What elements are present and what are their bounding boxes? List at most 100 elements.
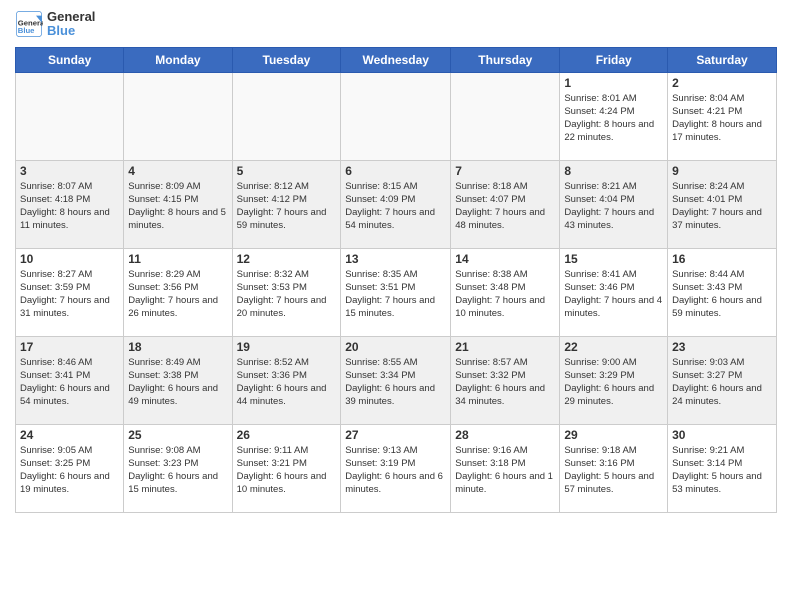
calendar-cell: 28Sunrise: 9:16 AM Sunset: 3:18 PM Dayli…: [451, 424, 560, 512]
day-info: Sunrise: 8:15 AM Sunset: 4:09 PM Dayligh…: [345, 180, 446, 233]
day-number: 30: [672, 428, 772, 442]
day-number: 24: [20, 428, 119, 442]
day-info: Sunrise: 8:24 AM Sunset: 4:01 PM Dayligh…: [672, 180, 772, 233]
calendar-cell: 15Sunrise: 8:41 AM Sunset: 3:46 PM Dayli…: [560, 248, 668, 336]
weekday-header-saturday: Saturday: [668, 47, 777, 72]
logo-text: General Blue: [47, 10, 95, 39]
logo: General Blue General Blue: [15, 10, 95, 39]
weekday-header-row: SundayMondayTuesdayWednesdayThursdayFrid…: [16, 47, 777, 72]
calendar-cell: [341, 72, 451, 160]
day-number: 5: [237, 164, 337, 178]
day-number: 27: [345, 428, 446, 442]
day-number: 6: [345, 164, 446, 178]
day-info: Sunrise: 8:07 AM Sunset: 4:18 PM Dayligh…: [20, 180, 119, 233]
calendar-cell: 1 Sunrise: 8:01 AM Sunset: 4:24 PM Daylig…: [560, 72, 668, 160]
calendar: SundayMondayTuesdayWednesdayThursdayFrid…: [15, 47, 777, 513]
day-info: Sunrise: 9:05 AM Sunset: 3:25 PM Dayligh…: [20, 444, 119, 497]
calendar-cell: [451, 72, 560, 160]
calendar-cell: 12Sunrise: 8:32 AM Sunset: 3:53 PM Dayli…: [232, 248, 341, 336]
day-info: Sunrise: 8:29 AM Sunset: 3:56 PM Dayligh…: [128, 268, 227, 321]
day-info: Sunrise: 8:57 AM Sunset: 3:32 PM Dayligh…: [455, 356, 555, 409]
day-number: 14: [455, 252, 555, 266]
day-info: Sunrise: 9:16 AM Sunset: 3:18 PM Dayligh…: [455, 444, 555, 497]
day-info: Sunrise: 8:44 AM Sunset: 3:43 PM Dayligh…: [672, 268, 772, 321]
day-number: 11: [128, 252, 227, 266]
day-number: 29: [564, 428, 663, 442]
weekday-header-friday: Friday: [560, 47, 668, 72]
calendar-cell: 18 Sunrise: 8:49 AM Sunset: 3:38 PM Dayli…: [124, 336, 232, 424]
day-number: 26: [237, 428, 337, 442]
day-number: 17: [20, 340, 119, 354]
calendar-cell: [232, 72, 341, 160]
calendar-cell: 24 Sunrise: 9:05 AM Sunset: 3:25 PM Dayli…: [16, 424, 124, 512]
day-info: Sunrise: 8:09 AM Sunset: 4:15 PM Dayligh…: [128, 180, 227, 233]
day-number: 18: [128, 340, 227, 354]
weekday-header-monday: Monday: [124, 47, 232, 72]
day-info: Sunrise: 8:52 AM Sunset: 3:36 PM Dayligh…: [237, 356, 337, 409]
day-info: Sunrise: 8:41 AM Sunset: 3:46 PM Dayligh…: [564, 268, 663, 321]
week-row-4: 17 Sunrise: 8:46 AM Sunset: 3:41 PM Dayli…: [16, 336, 777, 424]
week-row-1: 1 Sunrise: 8:01 AM Sunset: 4:24 PM Daylig…: [16, 72, 777, 160]
calendar-cell: 29Sunrise: 9:18 AM Sunset: 3:16 PM Dayli…: [560, 424, 668, 512]
day-number: 4: [128, 164, 227, 178]
calendar-cell: 27 Sunrise: 9:13 AM Sunset: 3:19 PM Dayli…: [341, 424, 451, 512]
calendar-cell: 14 Sunrise: 8:38 AM Sunset: 3:48 PM Dayli…: [451, 248, 560, 336]
day-info: Sunrise: 9:03 AM Sunset: 3:27 PM Dayligh…: [672, 356, 772, 409]
calendar-cell: [16, 72, 124, 160]
calendar-cell: 10 Sunrise: 8:27 AM Sunset: 3:59 PM Dayli…: [16, 248, 124, 336]
week-row-5: 24 Sunrise: 9:05 AM Sunset: 3:25 PM Dayli…: [16, 424, 777, 512]
calendar-cell: 8 Sunrise: 8:21 AM Sunset: 4:04 PM Daylig…: [560, 160, 668, 248]
day-info: Sunrise: 8:27 AM Sunset: 3:59 PM Dayligh…: [20, 268, 119, 321]
day-info: Sunrise: 8:01 AM Sunset: 4:24 PM Dayligh…: [564, 92, 663, 145]
day-info: Sunrise: 8:38 AM Sunset: 3:48 PM Dayligh…: [455, 268, 555, 321]
week-row-2: 3Sunrise: 8:07 AM Sunset: 4:18 PM Daylig…: [16, 160, 777, 248]
day-number: 21: [455, 340, 555, 354]
weekday-header-sunday: Sunday: [16, 47, 124, 72]
calendar-cell: 20 Sunrise: 8:55 AM Sunset: 3:34 PM Dayli…: [341, 336, 451, 424]
calendar-cell: 17 Sunrise: 8:46 AM Sunset: 3:41 PM Dayli…: [16, 336, 124, 424]
weekday-header-wednesday: Wednesday: [341, 47, 451, 72]
calendar-cell: 30 Sunrise: 9:21 AM Sunset: 3:14 PM Dayli…: [668, 424, 777, 512]
day-info: Sunrise: 8:12 AM Sunset: 4:12 PM Dayligh…: [237, 180, 337, 233]
day-number: 16: [672, 252, 772, 266]
calendar-cell: 3Sunrise: 8:07 AM Sunset: 4:18 PM Daylig…: [16, 160, 124, 248]
day-number: 19: [237, 340, 337, 354]
day-number: 1: [564, 76, 663, 90]
calendar-cell: 9 Sunrise: 8:24 AM Sunset: 4:01 PM Daylig…: [668, 160, 777, 248]
logo-icon: General Blue: [15, 10, 43, 38]
day-info: Sunrise: 8:32 AM Sunset: 3:53 PM Dayligh…: [237, 268, 337, 321]
day-info: Sunrise: 8:49 AM Sunset: 3:38 PM Dayligh…: [128, 356, 227, 409]
day-info: Sunrise: 8:55 AM Sunset: 3:34 PM Dayligh…: [345, 356, 446, 409]
day-number: 20: [345, 340, 446, 354]
calendar-cell: 11 Sunrise: 8:29 AM Sunset: 3:56 PM Dayli…: [124, 248, 232, 336]
day-info: Sunrise: 8:04 AM Sunset: 4:21 PM Dayligh…: [672, 92, 772, 145]
day-info: Sunrise: 9:11 AM Sunset: 3:21 PM Dayligh…: [237, 444, 337, 497]
calendar-cell: [124, 72, 232, 160]
calendar-cell: 16 Sunrise: 8:44 AM Sunset: 3:43 PM Dayli…: [668, 248, 777, 336]
day-number: 25: [128, 428, 227, 442]
day-number: 7: [455, 164, 555, 178]
calendar-cell: 22 Sunrise: 9:00 AM Sunset: 3:29 PM Dayli…: [560, 336, 668, 424]
calendar-cell: 5 Sunrise: 8:12 AM Sunset: 4:12 PM Daylig…: [232, 160, 341, 248]
day-number: 9: [672, 164, 772, 178]
week-row-3: 10 Sunrise: 8:27 AM Sunset: 3:59 PM Dayli…: [16, 248, 777, 336]
page: General Blue General Blue SundayMondayTu…: [0, 0, 792, 612]
day-info: Sunrise: 9:08 AM Sunset: 3:23 PM Dayligh…: [128, 444, 227, 497]
day-number: 2: [672, 76, 772, 90]
day-info: Sunrise: 9:21 AM Sunset: 3:14 PM Dayligh…: [672, 444, 772, 497]
calendar-cell: 7Sunrise: 8:18 AM Sunset: 4:07 PM Daylig…: [451, 160, 560, 248]
day-info: Sunrise: 8:21 AM Sunset: 4:04 PM Dayligh…: [564, 180, 663, 233]
day-info: Sunrise: 8:46 AM Sunset: 3:41 PM Dayligh…: [20, 356, 119, 409]
day-number: 8: [564, 164, 663, 178]
weekday-header-tuesday: Tuesday: [232, 47, 341, 72]
day-number: 10: [20, 252, 119, 266]
day-info: Sunrise: 8:35 AM Sunset: 3:51 PM Dayligh…: [345, 268, 446, 321]
day-info: Sunrise: 9:13 AM Sunset: 3:19 PM Dayligh…: [345, 444, 446, 497]
day-info: Sunrise: 9:00 AM Sunset: 3:29 PM Dayligh…: [564, 356, 663, 409]
calendar-cell: 21 Sunrise: 8:57 AM Sunset: 3:32 PM Dayli…: [451, 336, 560, 424]
weekday-header-thursday: Thursday: [451, 47, 560, 72]
day-number: 22: [564, 340, 663, 354]
svg-text:Blue: Blue: [18, 26, 35, 35]
calendar-cell: 25 Sunrise: 9:08 AM Sunset: 3:23 PM Dayli…: [124, 424, 232, 512]
header: General Blue General Blue: [15, 10, 777, 39]
